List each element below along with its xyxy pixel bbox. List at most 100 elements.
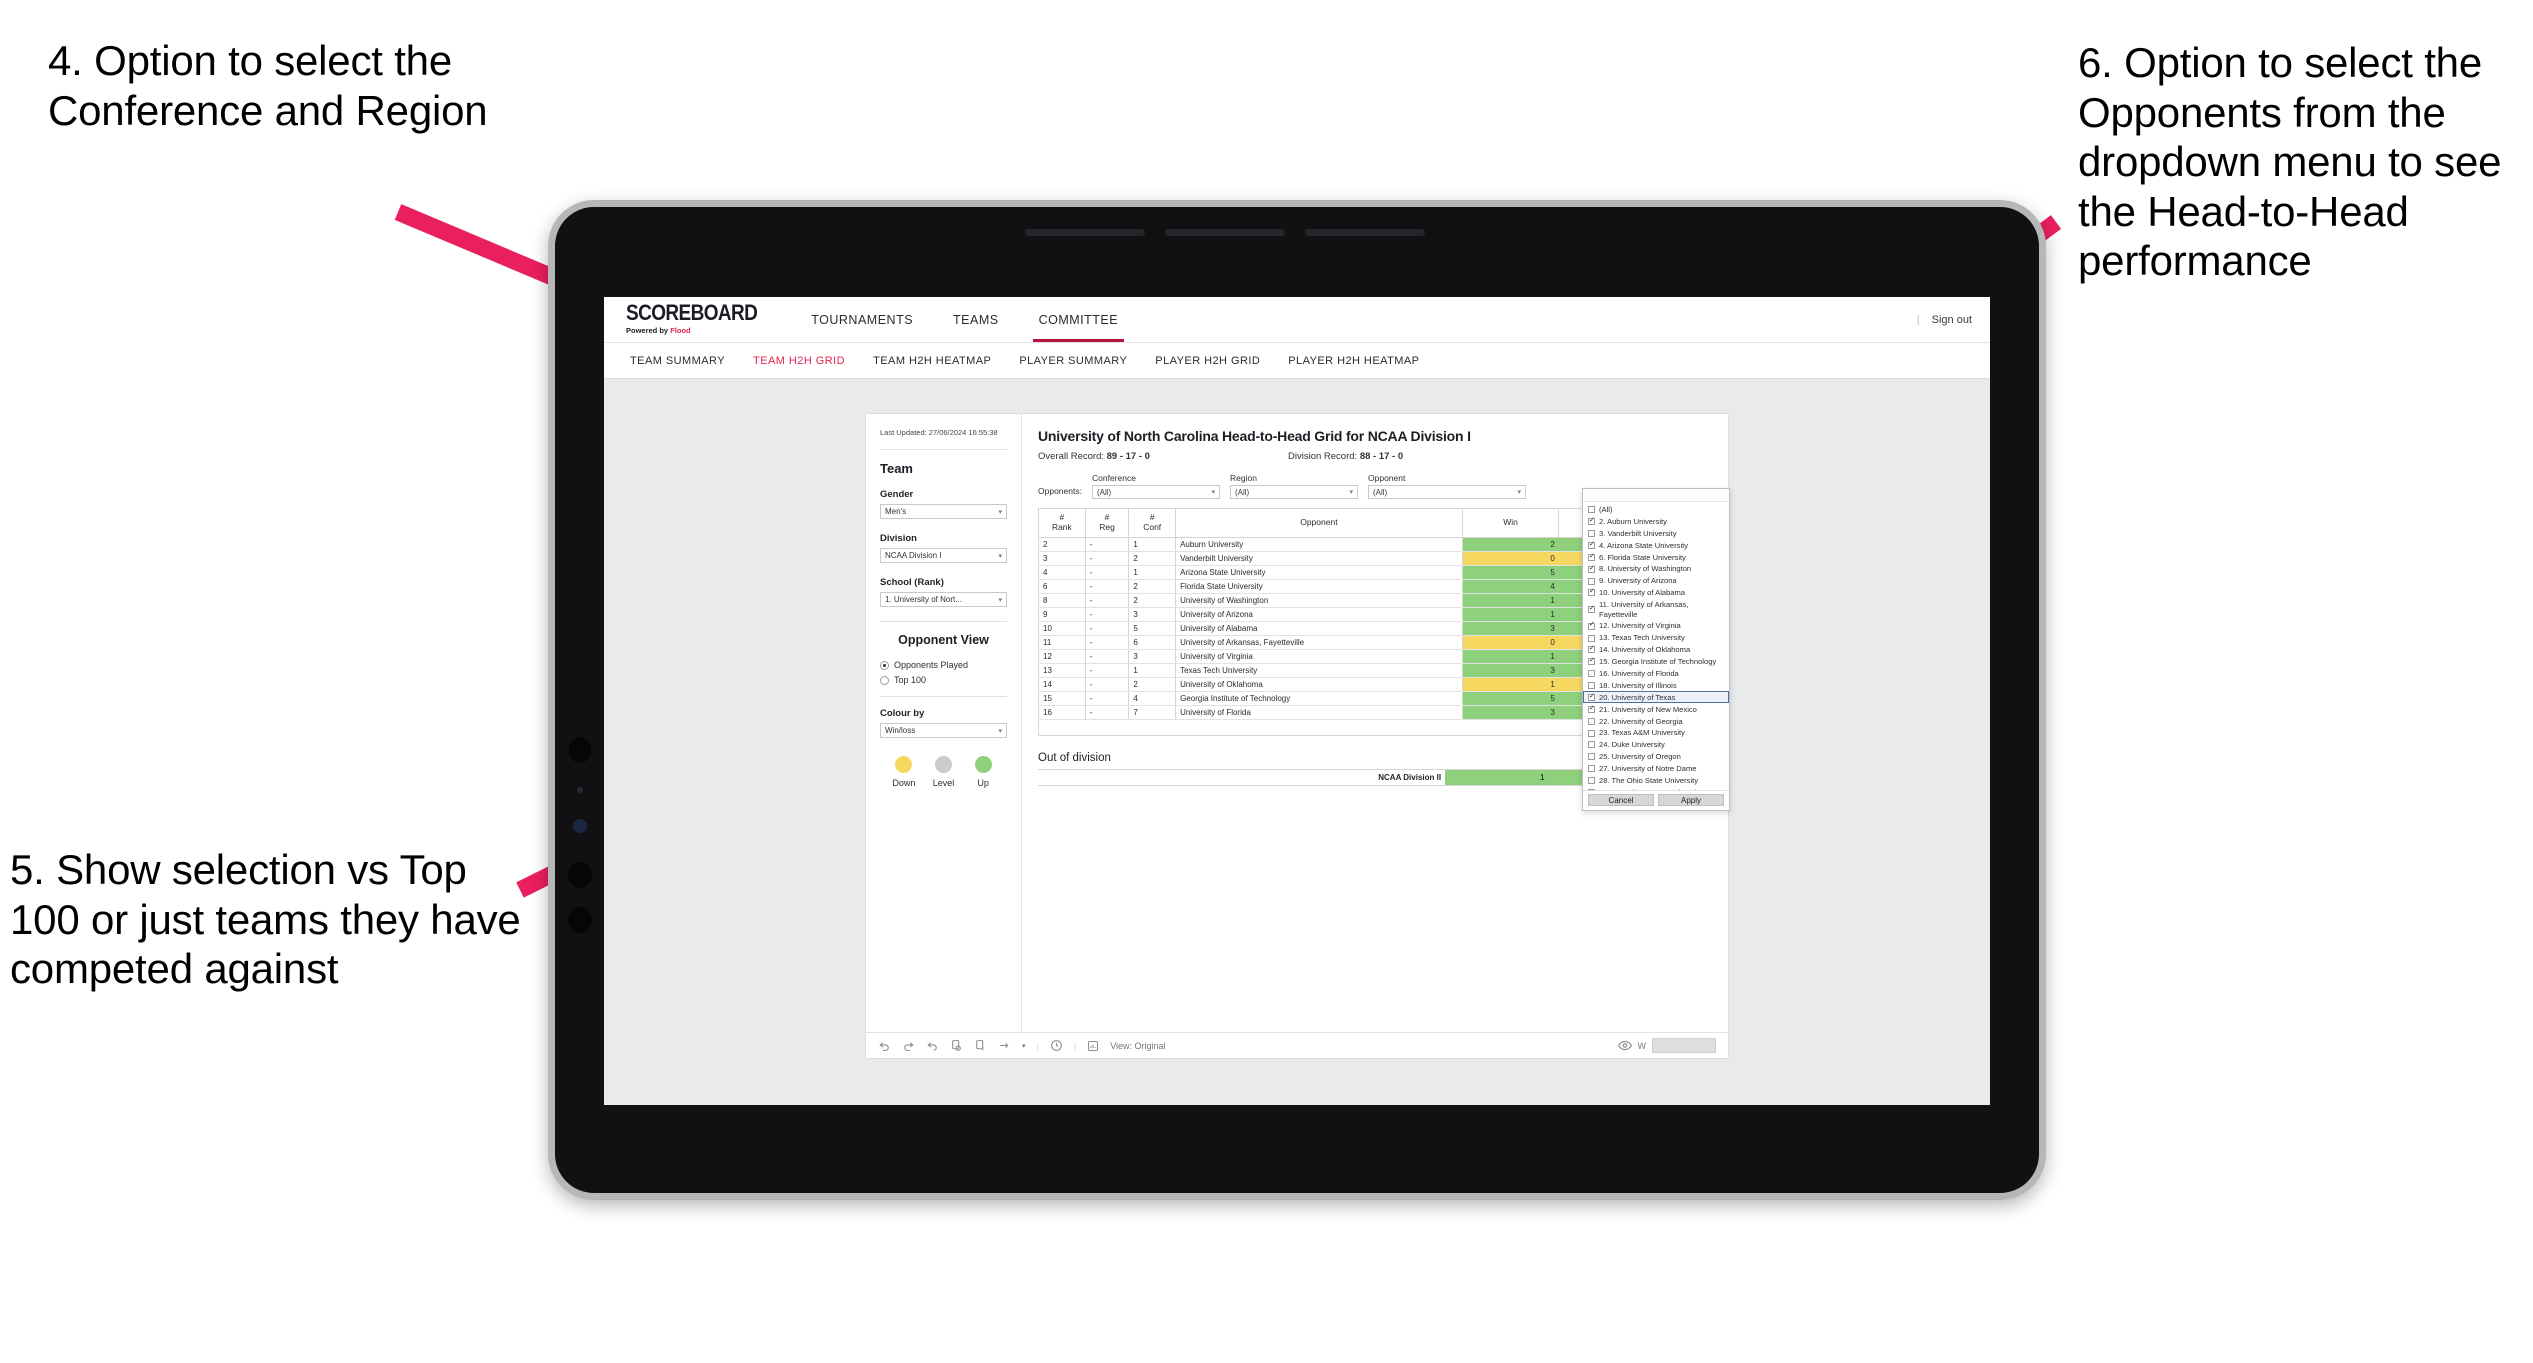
config-sidebar: Last Updated: 27/06/2024 16:55:38 Team G… [866,414,1022,1058]
dropdown-option[interactable]: 28. The Ohio State University [1583,775,1729,787]
checkbox-icon[interactable] [1588,788,1595,790]
dropdown-option[interactable]: 13. Texas Tech University [1583,632,1729,644]
redo-icon[interactable] [902,1039,915,1052]
checkbox-checked-icon[interactable] [1588,565,1595,573]
checkbox-icon[interactable] [1588,717,1595,725]
colour-by-select[interactable]: Win/loss ▾ [880,723,1007,739]
share-button[interactable] [1652,1038,1716,1053]
dropdown-search-input[interactable] [1583,489,1729,502]
checkbox-checked-icon[interactable] [1588,553,1595,561]
redo-arrow-icon[interactable] [998,1039,1011,1052]
ood-label: NCAA Division II [1038,768,1446,786]
dropdown-option[interactable]: 24. Duke University [1583,739,1729,751]
dropdown-option[interactable]: 3. Vanderbilt University [1583,528,1729,540]
brand-logo[interactable]: SCOREBOARD Powered by Flood [604,303,791,335]
checkbox-checked-icon[interactable] [1588,541,1595,549]
watch-icon[interactable] [1617,1040,1632,1051]
tab-team-h2h-grid[interactable]: TEAM H2H GRID [739,355,859,367]
checkbox-checked-icon[interactable] [1588,588,1595,597]
checkbox-checked-icon[interactable] [1588,605,1595,614]
checkbox-icon[interactable] [1588,681,1595,689]
checkbox-icon[interactable] [1588,577,1595,585]
dropdown-option[interactable]: 12. University of Virginia [1583,620,1729,632]
checkbox-checked-icon[interactable] [1588,621,1595,630]
watch-label[interactable]: W [1638,1041,1647,1051]
dropdown-option[interactable]: 18. University of Illinois [1583,680,1729,692]
nav-item-tournaments[interactable]: TOURNAMENTS [791,297,933,342]
signout-link[interactable]: Sign out [1932,314,1972,326]
dropdown-option[interactable]: 21. University of New Mexico [1583,703,1729,715]
dropdown-option[interactable]: 23. Texas A&M University [1583,727,1729,739]
tab-player-summary[interactable]: PLAYER SUMMARY [1005,355,1141,367]
dropdown-option[interactable]: 27. University of Notre Dame [1583,763,1729,775]
gender-select[interactable]: Men's ▾ [880,504,1007,520]
cell-reg: - [1084,662,1130,678]
col-header-conf[interactable]: # Conf [1128,508,1177,538]
opponent-dropdown-panel[interactable]: (All) 2. Auburn University3. Vanderbilt U… [1582,488,1730,811]
tab-player-h2h-grid[interactable]: PLAYER H2H GRID [1141,355,1274,367]
dropdown-option[interactable]: 25. University of Oregon [1583,751,1729,763]
dropdown-option[interactable]: 22. University of Georgia [1583,715,1729,727]
dropdown-option-list[interactable]: (All) 2. Auburn University3. Vanderbilt U… [1583,502,1729,790]
radio-top-100[interactable]: Top 100 [880,675,1007,685]
cell-opponent: Auburn University [1175,536,1463,552]
col-header-reg[interactable]: # Reg [1084,508,1130,538]
dropdown-option-label: 12. University of Virginia [1599,621,1681,631]
checkbox-icon[interactable] [1588,506,1595,514]
apply-button[interactable]: Apply [1658,794,1724,806]
cell-reg: - [1084,620,1130,636]
checkbox-icon[interactable] [1588,530,1595,538]
col-header-opponent[interactable]: Opponent [1175,508,1463,538]
radio-opponents-played[interactable]: Opponents Played [880,660,1007,670]
dropdown-option[interactable]: 14. University of Oklahoma [1583,644,1729,656]
dropdown-option[interactable]: 11. University of Arkansas, Fayetteville [1583,599,1729,620]
dropdown-option[interactable]: 20. University of Texas [1583,691,1729,704]
chevron-down-icon: ▾ [1349,489,1353,496]
checkbox-icon[interactable] [1588,634,1595,642]
checkbox-icon[interactable] [1588,741,1595,749]
refresh-icon[interactable] [950,1039,963,1052]
view-original-label[interactable]: View: Original [1110,1041,1165,1051]
checkbox-checked-icon[interactable] [1588,517,1595,526]
checkbox-icon[interactable] [1588,753,1595,761]
dropdown-option[interactable]: 15. Georgia Institute of Technology [1583,656,1729,668]
dropdown-option[interactable]: (All) [1583,504,1729,516]
tab-team-summary[interactable]: TEAM SUMMARY [616,355,739,367]
checkbox-icon[interactable] [1588,729,1595,737]
dropdown-option[interactable]: 4. Arizona State University [1583,540,1729,552]
checkbox-checked-icon[interactable] [1588,645,1595,654]
col-header-rank[interactable]: # Rank [1038,508,1086,538]
divider [880,696,1007,698]
opponent-select[interactable]: (All) ▾ [1368,485,1526,499]
dropdown-option[interactable]: 8. University of Washington [1583,563,1729,575]
pause-icon[interactable] [1050,1039,1063,1052]
checkbox-icon[interactable] [1588,670,1595,678]
dropdown-option[interactable]: 2. Auburn University [1583,516,1729,528]
dropdown-option[interactable]: 9. University of Arizona [1583,575,1729,587]
school-select[interactable]: 1. University of Nort... ▾ [880,592,1007,608]
undo-icon[interactable] [878,1039,891,1052]
cancel-button[interactable]: Cancel [1588,794,1654,806]
division-select[interactable]: NCAA Division I ▾ [880,548,1007,564]
view-icon[interactable] [1087,1040,1099,1052]
nav-item-committee[interactable]: COMMITTEE [1019,297,1139,342]
checkbox-icon[interactable] [1588,765,1595,773]
pause-updates-icon[interactable] [974,1039,987,1052]
nav-item-teams[interactable]: TEAMS [933,297,1019,342]
region-select[interactable]: (All) ▾ [1230,485,1358,499]
chevron-down-icon: ▾ [998,596,1002,604]
checkbox-checked-icon[interactable] [1588,693,1595,701]
dropdown-option[interactable]: 6. Florida State University [1583,551,1729,563]
checkbox-checked-icon[interactable] [1588,705,1595,713]
chevron-down-icon[interactable]: ▾ [1022,1042,1026,1050]
tab-team-h2h-heatmap[interactable]: TEAM H2H HEATMAP [859,355,1005,367]
tab-player-h2h-heatmap[interactable]: PLAYER H2H HEATMAP [1274,355,1433,367]
checkbox-icon[interactable] [1588,777,1595,785]
conference-select[interactable]: (All) ▾ [1092,485,1220,499]
dropdown-option[interactable]: 10. University of Alabama [1583,587,1729,599]
dropdown-option-label: 11. University of Arkansas, Fayetteville [1599,600,1689,619]
col-header-win[interactable]: Win [1461,508,1560,538]
dropdown-option[interactable]: 16. University of Florida [1583,668,1729,680]
revert-icon[interactable] [926,1039,939,1052]
checkbox-checked-icon[interactable] [1588,657,1595,666]
